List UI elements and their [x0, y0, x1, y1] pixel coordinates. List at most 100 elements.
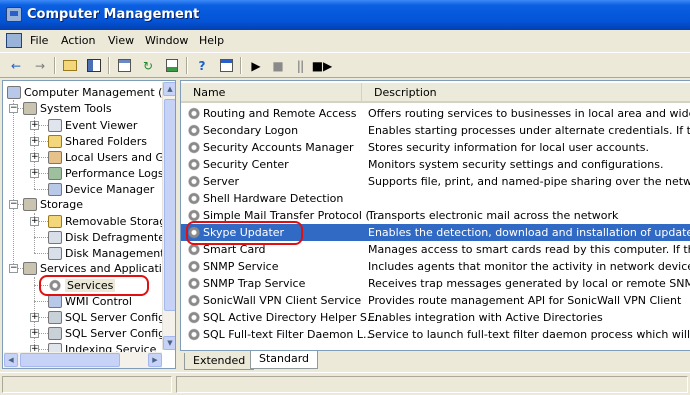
service-description: Enables starting processes under alterna…: [368, 124, 690, 137]
collapse-toggle[interactable]: −: [9, 264, 18, 273]
service-name: Skype Updater: [203, 226, 285, 239]
console-window-icon[interactable]: [6, 33, 22, 48]
scroll-thumb[interactable]: [164, 99, 175, 311]
service-name: Security Accounts Manager: [203, 141, 354, 154]
help-icon[interactable]: ?: [192, 56, 212, 75]
tree-label: WMI Control: [65, 294, 132, 308]
tree-node-shared-folders[interactable]: Shared Folders: [48, 133, 147, 149]
tree-node-storage[interactable]: Storage: [23, 196, 83, 212]
tab-standard[interactable]: Standard: [250, 351, 319, 369]
start-service-icon[interactable]: ▶: [246, 56, 266, 75]
table-row[interactable]: SQL Active Directory Helper S... Enables …: [181, 309, 690, 326]
expand-toggle[interactable]: +: [30, 137, 39, 146]
tree-horizontal-scrollbar[interactable]: ◀ ▶: [4, 352, 162, 368]
service-description: Offers routing services to businesses in…: [368, 107, 690, 120]
title-bar[interactable]: Computer Management: [0, 0, 690, 30]
column-header-description[interactable]: Description: [362, 83, 690, 103]
menu-file[interactable]: File: [30, 34, 48, 47]
tree-label: Services: [65, 278, 116, 292]
status-bar: [0, 372, 690, 395]
back-icon[interactable]: ←: [6, 56, 26, 75]
tree-node-system-tools[interactable]: System Tools: [23, 100, 112, 116]
expand-toggle[interactable]: +: [30, 121, 39, 130]
menu-help[interactable]: Help: [199, 34, 224, 47]
expand-toggle[interactable]: +: [30, 313, 39, 322]
table-row[interactable]: Security Center Monitors system security …: [181, 156, 690, 173]
tree-node-services-apps[interactable]: Services and Applicatio: [23, 260, 169, 276]
table-row[interactable]: Server Supports file, print, and named-pi…: [181, 173, 690, 190]
service-name: SNMP Service: [203, 260, 279, 273]
scroll-right-icon[interactable]: ▶: [148, 353, 162, 367]
service-gear-icon: [187, 192, 201, 205]
tree-node-sql-config-2[interactable]: SQL Server Configu: [48, 325, 172, 341]
table-row[interactable]: Smart Card Manages access to smart cards …: [181, 241, 690, 258]
stop-service-icon[interactable]: ■: [268, 56, 288, 75]
properties-icon[interactable]: [114, 56, 134, 75]
service-description: Stores security information for local us…: [368, 141, 649, 154]
service-name: Secondary Logon: [203, 124, 299, 137]
wmi-icon: [48, 294, 62, 308]
table-row[interactable]: Shell Hardware Detection: [181, 190, 690, 207]
tree-node-disk-defragmenter[interactable]: Disk Defragmenter: [48, 229, 170, 245]
storage-icon: [23, 197, 37, 211]
tree-node-performance-logs[interactable]: Performance Logs a: [48, 165, 174, 181]
service-gear-icon: [187, 209, 201, 222]
column-header-name[interactable]: Name: [181, 83, 362, 103]
export-list-icon[interactable]: [162, 56, 182, 75]
up-folder-icon[interactable]: [60, 56, 80, 75]
table-row[interactable]: Skype Updater Enables the detection, down…: [181, 224, 690, 241]
tree-node-removable-storage[interactable]: Removable Storage: [48, 213, 173, 229]
expand-toggle[interactable]: +: [30, 217, 39, 226]
services-list[interactable]: Name Description Routing and Remote Acce…: [180, 80, 690, 351]
tree-node-sql-config-1[interactable]: SQL Server Configu: [48, 309, 172, 325]
scroll-down-icon[interactable]: ▼: [163, 336, 175, 350]
tree-label: Shared Folders: [65, 134, 147, 148]
tree-node-device-manager[interactable]: Device Manager: [48, 181, 154, 197]
service-gear-icon: [187, 124, 201, 137]
scroll-thumb[interactable]: [20, 353, 120, 367]
refresh-icon[interactable]: ↻: [138, 56, 158, 75]
tree-node-local-users[interactable]: Local Users and Gro: [48, 149, 175, 165]
tools-icon: [23, 101, 37, 115]
scroll-up-icon[interactable]: ▲: [163, 82, 175, 96]
menu-window[interactable]: Window: [145, 34, 188, 47]
forward-icon[interactable]: →: [30, 56, 50, 75]
table-row[interactable]: Routing and Remote Access Offers routing …: [181, 105, 690, 122]
table-row[interactable]: SNMP Trap Service Receives trap messages …: [181, 275, 690, 292]
service-name: Shell Hardware Detection: [203, 192, 344, 205]
tree-label: System Tools: [40, 101, 112, 115]
collapse-toggle[interactable]: −: [9, 104, 18, 113]
tree-label: Storage: [40, 197, 84, 211]
tree-node-wmi-control[interactable]: WMI Control: [48, 293, 132, 309]
tree-label: Event Viewer: [65, 118, 138, 132]
expand-toggle[interactable]: +: [30, 153, 39, 162]
service-name: Simple Mail Transfer Protocol (...: [203, 209, 381, 222]
table-row[interactable]: Security Accounts Manager Stores security…: [181, 139, 690, 156]
expand-toggle[interactable]: +: [30, 169, 39, 178]
service-gear-icon: [187, 243, 201, 256]
console-icon[interactable]: [216, 56, 236, 75]
tree-node-services[interactable]: Services: [48, 277, 116, 293]
restart-service-icon[interactable]: ■▶: [312, 56, 333, 75]
show-hide-tree-icon[interactable]: [84, 56, 104, 75]
menu-action[interactable]: Action: [61, 34, 95, 47]
scroll-left-icon[interactable]: ◀: [4, 353, 18, 367]
tree-label: Device Manager: [65, 182, 155, 196]
tree-vertical-scrollbar[interactable]: ▲ ▼: [162, 82, 175, 350]
sql-server-icon: [48, 310, 62, 324]
service-gear-icon: [187, 226, 201, 239]
collapse-toggle[interactable]: −: [9, 200, 18, 209]
tree-node-event-viewer[interactable]: Event Viewer: [48, 117, 137, 133]
table-row[interactable]: SQL Full-text Filter Daemon L... Service …: [181, 326, 690, 343]
tab-extended[interactable]: Extended: [184, 353, 255, 370]
menu-view[interactable]: View: [108, 34, 134, 47]
tree-node-root[interactable]: Computer Management (Lo: [7, 84, 175, 100]
table-row[interactable]: SNMP Service Includes agents that monitor…: [181, 258, 690, 275]
console-tree[interactable]: Computer Management (Lo − System Tools +…: [2, 80, 176, 369]
table-row[interactable]: Secondary Logon Enables starting processe…: [181, 122, 690, 139]
table-row[interactable]: Simple Mail Transfer Protocol (... Transp…: [181, 207, 690, 224]
expand-toggle[interactable]: +: [30, 329, 39, 338]
table-row[interactable]: SonicWall VPN Client Service Provides rou…: [181, 292, 690, 309]
tree-node-disk-management[interactable]: Disk Management: [48, 245, 165, 261]
pause-service-icon[interactable]: ||: [290, 56, 310, 75]
